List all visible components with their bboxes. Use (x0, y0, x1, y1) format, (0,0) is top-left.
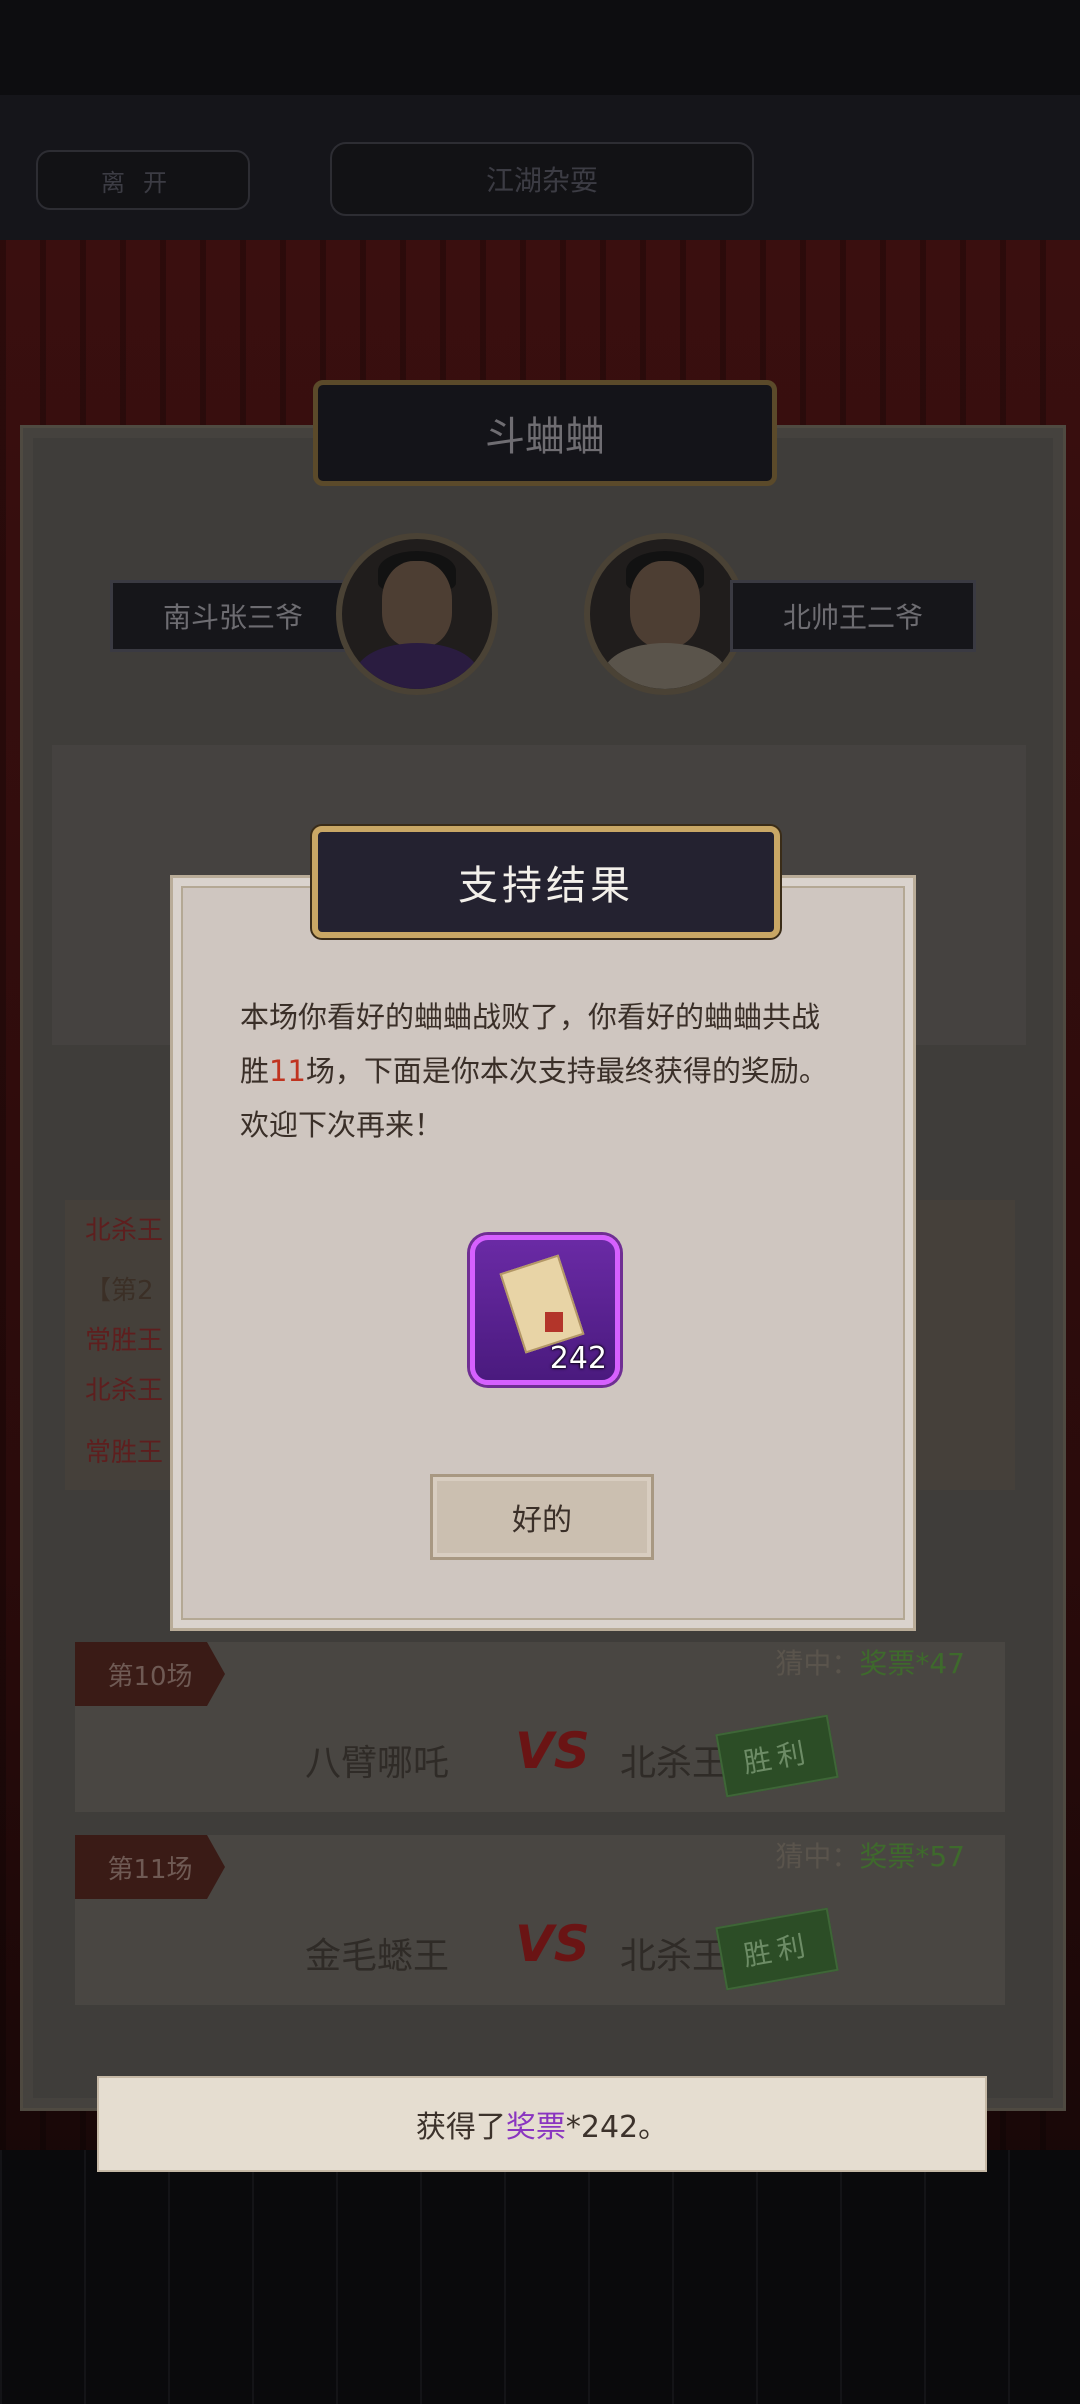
match-right-name: 北杀王 (620, 1743, 729, 1784)
match-card: 第10场 猜中：奖票*47 八臂哪吒 VS 北杀王 胜利 (75, 1642, 1005, 1812)
log-line: 常胜王 (85, 1326, 164, 1356)
right-player-avatar (584, 533, 746, 695)
left-player-name: 南斗张三爷 (110, 580, 356, 652)
panel-title: 斗蛐蛐 (313, 380, 777, 486)
reward-item[interactable]: 242 (470, 1235, 620, 1385)
dialog-title: 支持结果 (312, 826, 780, 938)
match-guess: 猜中：奖票*47 (775, 1642, 965, 1682)
leave-button[interactable]: 离开 (36, 150, 250, 210)
avatar-robe (604, 643, 726, 689)
match-card: 第11场 猜中：奖票*57 金毛蟋王 VS 北杀王 胜利 (75, 1835, 1005, 2005)
win-stamp: 胜利 (715, 1714, 839, 1798)
guess-reward: 奖票*57 (859, 1840, 965, 1873)
match-label: 第11场 (75, 1835, 225, 1899)
message-part2: 场，下面是你本次支持最终获得的奖励。欢迎下次再来！ (240, 1054, 828, 1142)
match-left-name: 八臂哪吒 (305, 1743, 450, 1784)
dialog-message: 本场你看好的蛐蛐战败了，你看好的蛐蛐共战胜11场，下面是你本次支持最终获得的奖励… (240, 990, 840, 1152)
win-stamp: 胜利 (715, 1907, 839, 1991)
toast-prefix: 获得了 (415, 2110, 506, 2145)
right-player-name: 北帅王二爷 (730, 580, 976, 652)
toast-item: 奖票 (505, 2110, 566, 2145)
left-player-avatar (336, 533, 498, 695)
match-label: 第10场 (75, 1642, 225, 1706)
vs-icon: VS (515, 1915, 590, 1973)
floor-pattern (0, 2150, 1080, 2404)
guess-prefix: 猜中： (775, 1647, 860, 1680)
reward-toast: 获得了 奖票 *242。 (97, 2076, 987, 2172)
avatar-face (630, 561, 700, 647)
match-right-name: 北杀王 (620, 1936, 729, 1977)
ok-button[interactable]: 好的 (430, 1474, 654, 1560)
scene-title: 江湖杂耍 (330, 142, 754, 216)
log-line: 北杀王 (85, 1216, 164, 1246)
guess-prefix: 猜中： (775, 1840, 860, 1873)
reward-count: 242 (549, 1341, 607, 1376)
vs-icon: VS (515, 1722, 590, 1780)
avatar-face (382, 561, 452, 647)
match-left-name: 金毛蟋王 (305, 1936, 450, 1977)
match-guess: 猜中：奖票*57 (775, 1835, 965, 1875)
log-line: 北杀王 (85, 1376, 164, 1406)
avatar-robe (356, 643, 478, 689)
guess-reward: 奖票*47 (859, 1647, 965, 1680)
seal-icon (545, 1312, 563, 1332)
log-line: 【第2 (85, 1276, 154, 1306)
log-line: 常胜王 (85, 1438, 164, 1468)
ticket-icon (499, 1254, 585, 1354)
toast-suffix: *242。 (565, 2110, 669, 2145)
win-count: 11 (269, 1054, 306, 1088)
